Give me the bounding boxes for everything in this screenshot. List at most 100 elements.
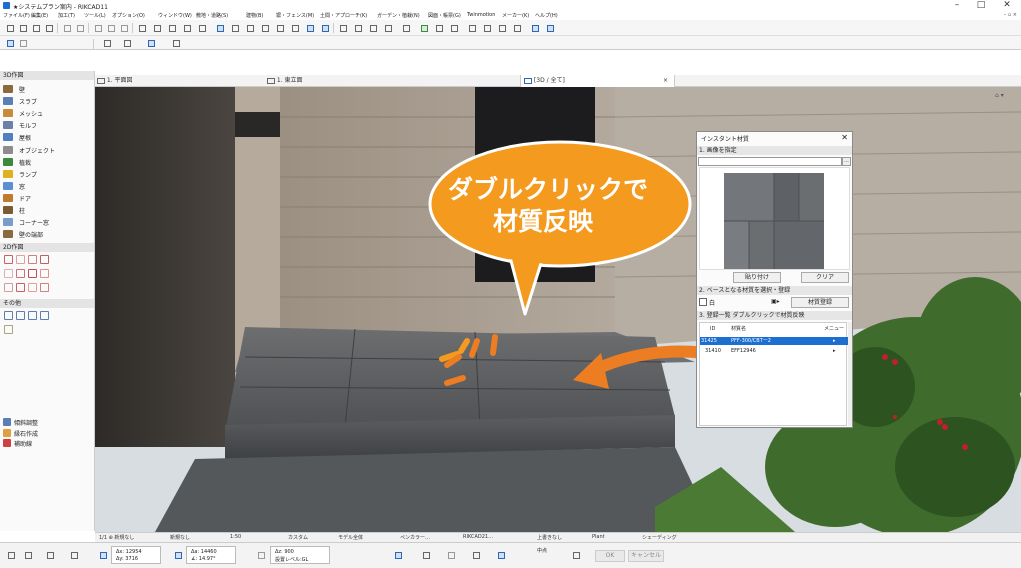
section-2d-header[interactable]: 2D作図 [0, 243, 94, 253]
new-file-icon[interactable] [4, 22, 15, 33]
view-select-icon[interactable] [101, 37, 112, 48]
walk-icon[interactable] [274, 22, 285, 33]
scale-status[interactable]: 1:50 [230, 534, 241, 540]
measure-icon[interactable] [337, 22, 348, 33]
delta-xy-box[interactable]: Δx: 12954 Δy: 3716 [111, 546, 161, 564]
rikcad-status[interactable]: RIKCAD21… [463, 534, 493, 540]
other-tool-icon[interactable] [4, 325, 13, 335]
drawing-tool-icon[interactable] [4, 283, 13, 293]
maximize-button[interactable]: □ [969, 0, 993, 11]
trim-icon[interactable] [181, 22, 192, 33]
other-tool-icon[interactable] [28, 311, 37, 321]
menu-maker[interactable]: メーカー(K) [502, 12, 529, 19]
chart-icon[interactable] [496, 22, 507, 33]
layer-status[interactable]: 新規なし [170, 534, 190, 541]
toolbox-item[interactable]: オブジェクト [3, 145, 93, 156]
toolbox-item[interactable]: 傾斜調整 [3, 417, 93, 428]
menu-fence[interactable]: 塀・フェンス(M) [276, 12, 314, 19]
clear-button[interactable]: クリア [801, 272, 849, 283]
snap-points-icon[interactable] [570, 549, 581, 560]
menu-building[interactable]: 建物(B) [246, 12, 263, 19]
other-tool-icon[interactable] [16, 311, 25, 321]
drawing-tool-icon[interactable] [4, 269, 13, 279]
browse-button[interactable]: ... [842, 157, 851, 166]
toolbox-item[interactable]: 壁の端部 [3, 229, 93, 240]
tracker-icon[interactable] [392, 549, 403, 560]
document-window-controls[interactable]: – ▫ × [1004, 12, 1017, 18]
pointer-icon[interactable] [170, 37, 181, 48]
plant-icon[interactable] [418, 22, 429, 33]
toolbox-item[interactable]: ドア [3, 193, 93, 204]
open-file-icon[interactable] [17, 22, 28, 33]
cut-icon[interactable] [92, 22, 103, 33]
special-snap-icon[interactable] [470, 549, 481, 560]
menu-site[interactable]: 敷地・道路(S) [196, 12, 228, 19]
toolbox-item[interactable]: 窓 [3, 181, 93, 192]
other-tool-icon[interactable] [4, 311, 13, 321]
library-icon[interactable] [511, 22, 522, 33]
base-color-swatch[interactable] [699, 298, 707, 306]
cancel-button[interactable]: キャンセル [628, 550, 664, 562]
toolbox-item[interactable]: スラブ [3, 96, 93, 107]
dialog-close-button[interactable]: ✕ [841, 133, 848, 142]
group-icon[interactable] [196, 22, 207, 33]
menu-tools[interactable]: ツール(L) [84, 12, 106, 19]
arrow-select-icon[interactable] [4, 37, 15, 48]
section-other-header[interactable]: その他 [0, 299, 94, 309]
copy-icon[interactable] [105, 22, 116, 33]
camera-icon[interactable] [382, 22, 393, 33]
list-item-menu-icon[interactable]: ▸ [833, 347, 836, 355]
menu-approach[interactable]: 土間・アプローチ(K) [320, 12, 367, 19]
menu-process[interactable]: 加工(T) [58, 12, 75, 19]
orbit-icon[interactable] [229, 22, 240, 33]
undo-status[interactable]: 1/1 ⊕ 新規なし [99, 534, 134, 541]
custom-status[interactable]: カスタム [288, 534, 308, 541]
estimate-icon[interactable] [481, 22, 492, 33]
ok-button[interactable]: OK [595, 550, 625, 562]
menu-help[interactable]: ヘルプ(H) [535, 12, 558, 19]
grid-icon[interactable] [529, 22, 540, 33]
drawing-tool-icon[interactable] [28, 269, 37, 279]
render-icon[interactable] [367, 22, 378, 33]
selection-icon[interactable] [136, 22, 147, 33]
drawing-tool-icon[interactable] [28, 255, 37, 265]
drawing-tool-icon[interactable] [16, 269, 25, 279]
midpoint-icon[interactable] [495, 549, 506, 560]
snap-icon[interactable] [544, 22, 555, 33]
drawing-tool-icon[interactable] [40, 283, 49, 293]
guideline-icon[interactable] [420, 549, 431, 560]
toolbox-item[interactable]: 補助線 [3, 438, 93, 449]
menu-file[interactable]: ファイル(F) [3, 12, 30, 19]
tab-3d-close[interactable]: × [663, 75, 668, 87]
menu-drawings[interactable]: 図面・帳票(G) [428, 12, 461, 19]
drawing-tool-icon[interactable] [16, 283, 25, 293]
grid-tool-icon[interactable] [44, 549, 55, 560]
navigate-icon[interactable] [145, 37, 156, 48]
list-scrollbar[interactable] [848, 322, 852, 426]
tab-elevation[interactable]: 1. 東立面 [267, 75, 303, 87]
list-item-menu-icon[interactable]: ▸ [833, 337, 836, 345]
paste-button[interactable]: 貼り付け [733, 272, 781, 283]
pen-status[interactable]: ペンカラー… [400, 534, 430, 541]
menu-edit[interactable]: 編集(E) [31, 12, 48, 19]
snap-tool-icon[interactable] [22, 549, 33, 560]
3d-viewport[interactable]: ⌂ ▾ ダブルクリックで 材質反映 [95, 87, 1021, 532]
list-item[interactable]: 31425 PFF-300/CBTー2 ▸ [700, 337, 849, 345]
drawing-tool-icon[interactable] [40, 255, 49, 265]
arrange-icon[interactable] [166, 22, 177, 33]
redo-icon[interactable] [74, 22, 85, 33]
marquee-icon[interactable] [17, 37, 28, 48]
toolbox-item[interactable]: コーナー窓 [3, 217, 93, 228]
save-icon[interactable] [30, 22, 41, 33]
view-cycle-icon[interactable] [121, 37, 132, 48]
close-tool-icon[interactable] [5, 549, 16, 560]
settings-icon[interactable] [400, 22, 411, 33]
list-item[interactable]: 31410 EFF12946 ▸ [700, 347, 849, 355]
model-status[interactable]: モデル全体 [338, 534, 363, 541]
pan-icon[interactable] [259, 22, 270, 33]
zoom-icon[interactable] [244, 22, 255, 33]
drawing-tool-icon[interactable] [16, 255, 25, 265]
shading-status[interactable]: シェーディング [642, 534, 677, 541]
toolbox-item[interactable]: 屋根 [3, 132, 93, 143]
delta-z-box[interactable]: Δz: 900 設置レベル:GL [270, 546, 330, 564]
